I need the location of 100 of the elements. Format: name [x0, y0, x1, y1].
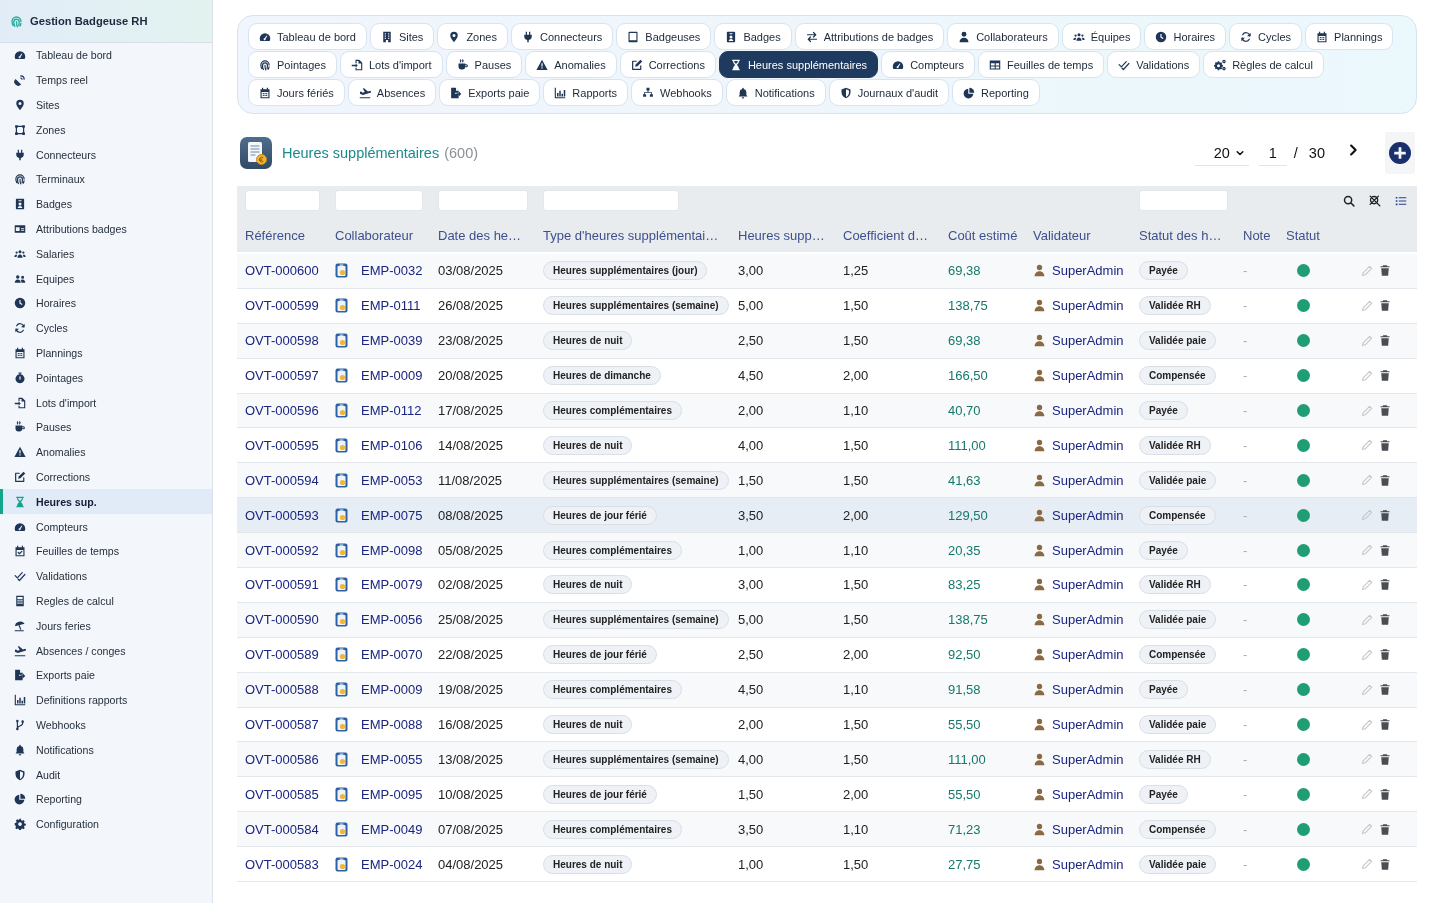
- sidebar-item[interactable]: Plannings: [0, 340, 212, 366]
- page-input[interactable]: 1: [1258, 140, 1287, 166]
- chevron-right-icon[interactable]: [1347, 142, 1359, 158]
- sidebar-item[interactable]: Pauses: [0, 414, 212, 440]
- table-row[interactable]: OVT-000600 EMP-0032 03/08/2025 Heures supplémentaires (jour) 3,00 1,25 69,38 SuperAdmin Payée -: [237, 254, 1417, 289]
- tab[interactable]: Notifications: [725, 79, 826, 106]
- sidebar-item[interactable]: Terminaux: [0, 167, 212, 192]
- reference-link[interactable]: OVT-000585: [245, 786, 319, 802]
- column-header[interactable]: Date des he…: [438, 227, 522, 243]
- reference-link[interactable]: OVT-000593: [245, 507, 319, 523]
- table-row[interactable]: OVT-000592 EMP-0098 05/08/2025 Heures complémentaires 1,00 1,10 20,35 SuperAdmin Payée -: [237, 533, 1417, 568]
- trash-icon[interactable]: [1379, 369, 1391, 383]
- tab[interactable]: Attributions de badges: [794, 23, 945, 50]
- filter-field[interactable]: [335, 190, 423, 211]
- tab[interactable]: Sites: [369, 23, 435, 50]
- tab[interactable]: Jours fériés: [248, 79, 345, 106]
- sidebar-item[interactable]: Validations: [0, 563, 212, 589]
- employee-link[interactable]: EMP-0079: [361, 577, 423, 593]
- validator-link[interactable]: SuperAdmin: [1052, 717, 1124, 732]
- tab[interactable]: Tableau de bord: [248, 23, 367, 50]
- trash-icon[interactable]: [1379, 473, 1391, 487]
- table-row[interactable]: OVT-000586 EMP-0055 13/08/2025 Heures supplémentaires (semaine) 4,00 1,50 111,00 SuperAdmin Validée RH -: [237, 742, 1417, 778]
- filter-field[interactable]: [245, 190, 320, 211]
- reference-link[interactable]: OVT-000600: [245, 263, 319, 279]
- validator-link[interactable]: SuperAdmin: [1052, 577, 1124, 593]
- tab[interactable]: Exports paie: [439, 79, 541, 106]
- sidebar-item[interactable]: Definitions rapports: [0, 687, 212, 713]
- sidebar-item[interactable]: Heures sup.: [0, 489, 212, 515]
- sidebar-item[interactable]: Absences / conges: [0, 638, 212, 663]
- validator-link[interactable]: SuperAdmin: [1052, 682, 1124, 698]
- column-header[interactable]: Statut: [1286, 227, 1320, 243]
- sidebar-item[interactable]: Attributions badges: [0, 216, 212, 242]
- reference-link[interactable]: OVT-000596: [245, 403, 319, 418]
- employee-link[interactable]: EMP-0009: [361, 682, 423, 698]
- trash-icon[interactable]: [1379, 578, 1391, 592]
- search-icon[interactable]: [1343, 194, 1355, 207]
- trash-icon[interactable]: [1379, 857, 1391, 871]
- trash-icon[interactable]: [1379, 264, 1391, 278]
- sidebar-item[interactable]: Cycles: [0, 315, 212, 341]
- column-header[interactable]: Statut des h…: [1139, 227, 1222, 243]
- reference-link[interactable]: OVT-000594: [245, 472, 319, 488]
- tab[interactable]: Lots d'import: [339, 51, 443, 78]
- sidebar-item[interactable]: Temps reel: [0, 67, 212, 93]
- sidebar-item[interactable]: Configuration: [0, 811, 212, 837]
- sidebar-item[interactable]: Audit: [0, 762, 212, 787]
- tab[interactable]: Validations: [1107, 51, 1201, 78]
- reference-link[interactable]: OVT-000595: [245, 437, 319, 453]
- validator-link[interactable]: SuperAdmin: [1052, 333, 1124, 349]
- trash-icon[interactable]: [1379, 404, 1391, 417]
- sidebar-item[interactable]: Sites: [0, 92, 212, 118]
- employee-link[interactable]: EMP-0009: [361, 368, 423, 384]
- reference-link[interactable]: OVT-000599: [245, 298, 319, 314]
- tab[interactable]: Journaux d'audit: [828, 79, 950, 106]
- page-size-select[interactable]: 20: [1194, 140, 1249, 166]
- validator-link[interactable]: SuperAdmin: [1052, 786, 1124, 802]
- search-off-icon[interactable]: [1369, 194, 1381, 207]
- trash-icon[interactable]: [1379, 752, 1391, 766]
- tab[interactable]: Anomalies: [525, 51, 617, 78]
- tab[interactable]: Équipes: [1061, 23, 1142, 50]
- employee-link[interactable]: EMP-0049: [361, 821, 423, 837]
- trash-icon[interactable]: [1379, 718, 1391, 731]
- reference-link[interactable]: OVT-000587: [245, 717, 319, 732]
- reference-link[interactable]: OVT-000598: [245, 333, 319, 349]
- reference-link[interactable]: OVT-000583: [245, 856, 319, 872]
- tab[interactable]: Horaires: [1144, 23, 1227, 50]
- validator-link[interactable]: SuperAdmin: [1052, 612, 1124, 628]
- add-button[interactable]: [1385, 132, 1415, 174]
- reference-link[interactable]: OVT-000586: [245, 751, 319, 767]
- sidebar-item[interactable]: Badges: [0, 191, 212, 217]
- column-header[interactable]: Coefficient d…: [843, 227, 929, 243]
- sidebar-item[interactable]: Compteurs: [0, 514, 212, 539]
- sidebar-item[interactable]: Notifications: [0, 737, 212, 763]
- reference-link[interactable]: OVT-000589: [245, 647, 319, 663]
- tab[interactable]: Corrections: [619, 51, 716, 78]
- tab[interactable]: Feuilles de temps: [977, 51, 1105, 78]
- column-header[interactable]: Note: [1243, 227, 1271, 243]
- validator-link[interactable]: SuperAdmin: [1052, 821, 1124, 837]
- validator-link[interactable]: SuperAdmin: [1052, 298, 1124, 314]
- validator-link[interactable]: SuperAdmin: [1052, 507, 1124, 523]
- reference-link[interactable]: OVT-000590: [245, 612, 319, 628]
- list-icon[interactable]: [1395, 194, 1407, 207]
- validator-link[interactable]: SuperAdmin: [1052, 437, 1124, 453]
- trash-icon[interactable]: [1379, 683, 1391, 697]
- sidebar-item[interactable]: Jours feries: [0, 613, 212, 639]
- tab[interactable]: Badgeuses: [616, 23, 712, 50]
- tab[interactable]: Règles de calcul: [1203, 51, 1324, 78]
- validator-link[interactable]: SuperAdmin: [1052, 751, 1124, 767]
- sidebar-item[interactable]: Corrections: [0, 464, 212, 490]
- validator-link[interactable]: SuperAdmin: [1052, 647, 1124, 663]
- column-header[interactable]: Référence: [245, 227, 305, 243]
- tab[interactable]: Connecteurs: [510, 23, 614, 50]
- validator-link[interactable]: SuperAdmin: [1052, 472, 1124, 488]
- tab[interactable]: Cycles: [1229, 23, 1303, 50]
- table-row[interactable]: OVT-000590 EMP-0056 25/08/2025 Heures supplémentaires (semaine) 5,00 1,50 138,75 SuperAdmin Validée paie -: [237, 602, 1417, 638]
- employee-link[interactable]: EMP-0053: [361, 472, 423, 488]
- tab[interactable]: Absences: [347, 79, 437, 106]
- trash-icon[interactable]: [1379, 299, 1391, 313]
- sidebar-item[interactable]: Pointages: [0, 365, 212, 391]
- filter-field[interactable]: [438, 190, 528, 211]
- sidebar-item[interactable]: Exports paie: [0, 662, 212, 688]
